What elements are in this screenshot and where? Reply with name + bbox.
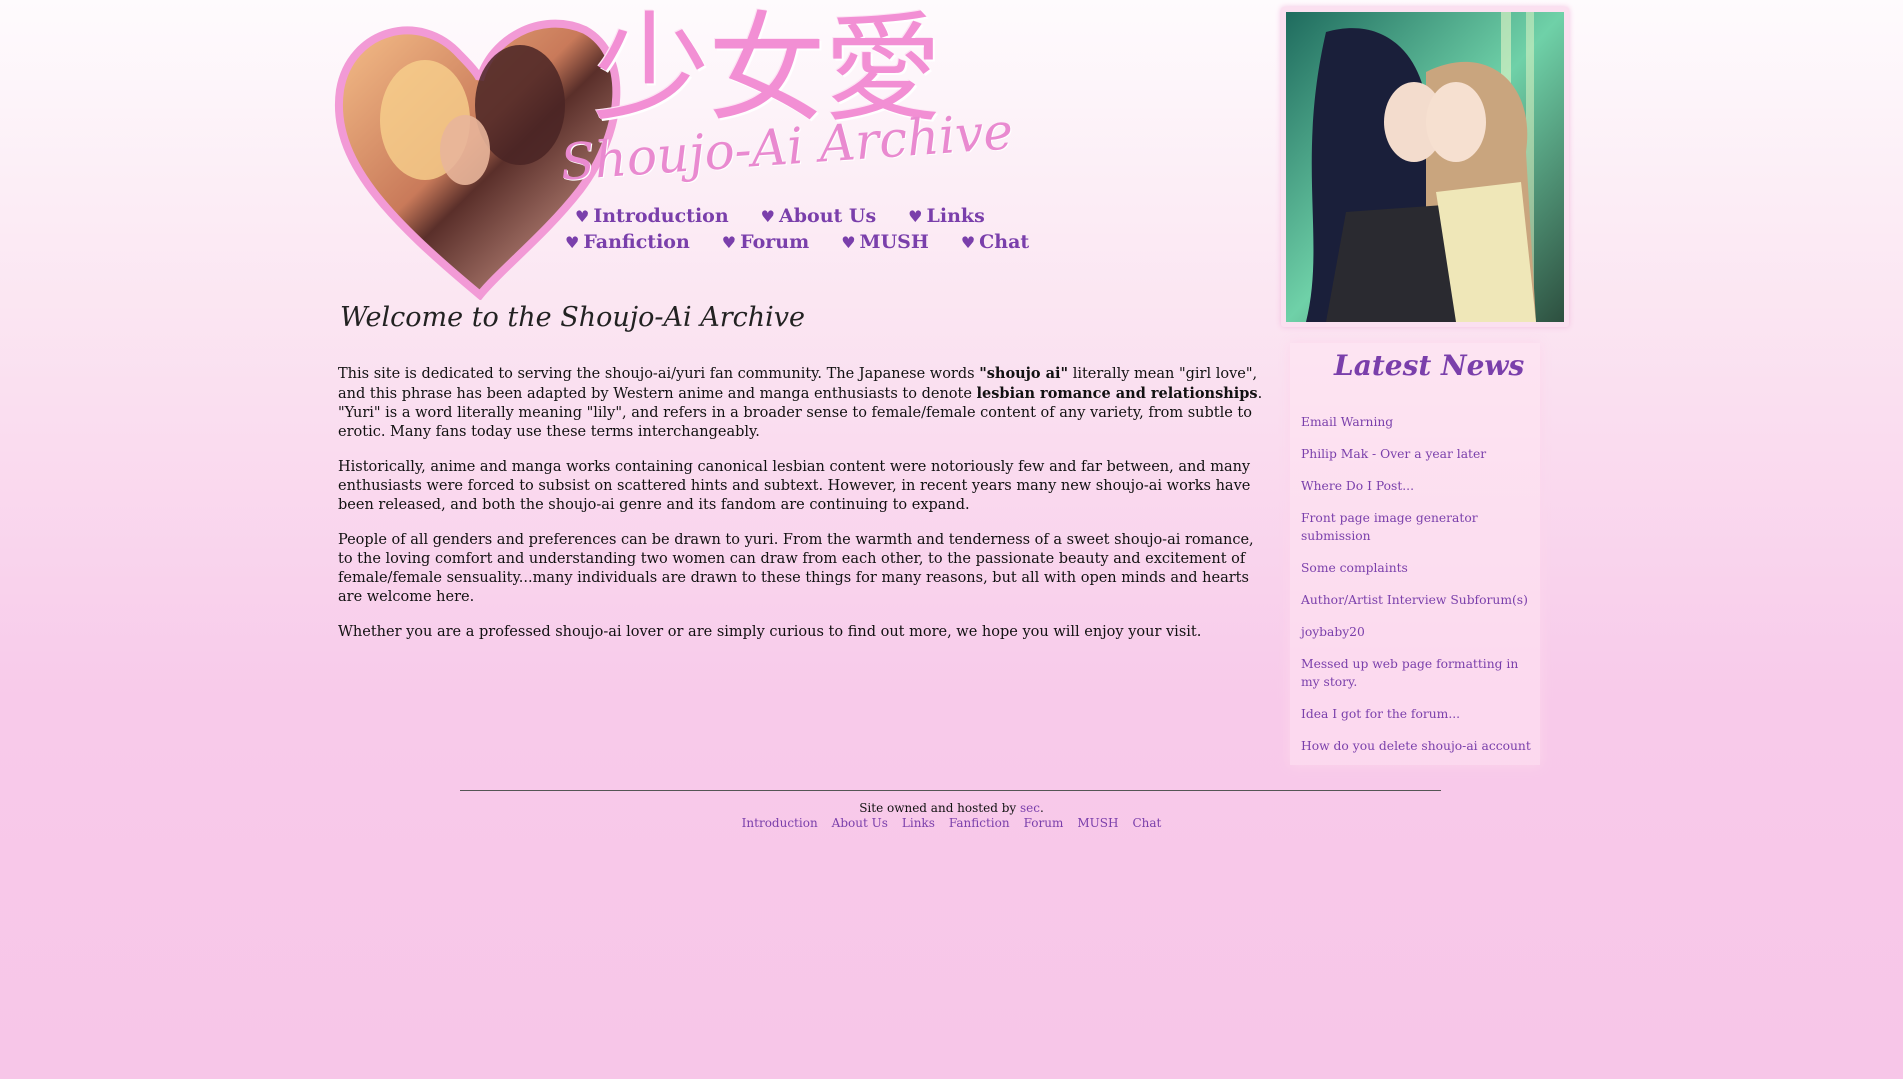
- nav-chat[interactable]: ♥ Chat: [961, 231, 1029, 253]
- nav-label: Chat: [979, 231, 1030, 253]
- footer-link-about-us[interactable]: About Us: [832, 816, 888, 830]
- main-nav-row-1: ♥ Introduction ♥ About Us ♥ Links: [575, 205, 1017, 227]
- p1-bold-shoujo-ai: "shoujo ai": [979, 365, 1069, 382]
- footer-link-chat[interactable]: Chat: [1132, 816, 1161, 830]
- footer-link-forum[interactable]: Forum: [1024, 816, 1064, 830]
- heart-icon: ♥: [575, 207, 590, 226]
- nav-label: Forum: [740, 231, 810, 253]
- intro-paragraph-1: This site is dedicated to serving the sh…: [338, 364, 1263, 442]
- p1-bold-lesbian-romance: lesbian romance and relationships: [976, 385, 1258, 402]
- nav-label: MUSH: [859, 231, 929, 253]
- nav-label: Links: [926, 205, 985, 227]
- latest-news-panel: Latest News Email Warning Philip Mak - O…: [1290, 343, 1540, 765]
- nav-label: About Us: [779, 205, 877, 227]
- nav-mush[interactable]: ♥ MUSH: [841, 231, 929, 253]
- heart-icon: ♥: [841, 233, 856, 252]
- footer-divider: [460, 790, 1441, 791]
- welcome-heading: Welcome to the Shoujo-Ai Archive: [340, 302, 805, 333]
- latest-news-title: Latest News: [1334, 349, 1525, 382]
- news-item-joybaby20[interactable]: joybaby20: [1301, 623, 1533, 641]
- featured-artwork-frame: [1281, 7, 1569, 327]
- footer-link-fanfiction[interactable]: Fanfiction: [949, 816, 1010, 830]
- intro-content: This site is dedicated to serving the sh…: [338, 364, 1263, 658]
- news-item-interview-subforum[interactable]: Author/Artist Interview Subforum(s): [1301, 591, 1533, 609]
- main-nav-row-2: ♥ Fanfiction ♥ Forum ♥ MUSH ♥ Chat: [565, 231, 1061, 253]
- footer-link-mush[interactable]: MUSH: [1077, 816, 1118, 830]
- intro-paragraph-3: People of all genders and preferences ca…: [338, 532, 1254, 605]
- heart-icon: ♥: [908, 207, 923, 226]
- nav-links[interactable]: ♥ Links: [908, 205, 985, 227]
- footer-link-introduction[interactable]: Introduction: [742, 816, 818, 830]
- heart-icon: ♥: [721, 233, 737, 252]
- footer-owner-link[interactable]: sec: [1020, 801, 1040, 815]
- intro-paragraph-4: Whether you are a professed shoujo-ai lo…: [338, 624, 1202, 640]
- footer-link-links[interactable]: Links: [902, 816, 935, 830]
- news-item-delete-account[interactable]: How do you delete shoujo-ai account: [1301, 737, 1533, 755]
- news-item-email-warning[interactable]: Email Warning: [1301, 413, 1533, 431]
- intro-paragraph-2: Historically, anime and manga works cont…: [338, 459, 1251, 513]
- nav-about-us[interactable]: ♥ About Us: [761, 205, 877, 227]
- nav-label: Fanfiction: [583, 231, 690, 253]
- p1-text-a: This site is dedicated to serving the sh…: [338, 366, 980, 382]
- nav-label: Introduction: [593, 205, 729, 227]
- nav-fanfiction[interactable]: ♥ Fanfiction: [565, 231, 690, 253]
- nav-forum[interactable]: ♥ Forum: [722, 231, 809, 253]
- footer-owner-line: Site owned and hosted by sec.: [0, 801, 1903, 815]
- heart-icon: ♥: [960, 233, 976, 252]
- footer-owner-prefix: Site owned and hosted by: [859, 801, 1020, 815]
- news-item-where-do-i-post[interactable]: Where Do I Post...: [1301, 477, 1533, 495]
- news-item-philip-mak[interactable]: Philip Mak - Over a year later: [1301, 445, 1533, 463]
- news-list: Email Warning Philip Mak - Over a year l…: [1301, 413, 1533, 769]
- heart-icon: ♥: [760, 207, 775, 226]
- footer-owner-suffix: .: [1039, 801, 1044, 815]
- footer-nav: Introduction About Us Links Fanfiction Forum…: [0, 816, 1903, 830]
- nav-introduction[interactable]: ♥ Introduction: [575, 205, 729, 227]
- featured-artwork-image[interactable]: [1286, 12, 1564, 322]
- news-item-messed-up-formatting[interactable]: Messed up web page formatting in my stor…: [1301, 655, 1533, 691]
- site-header: 少女愛 Shoujo-Ai Archive: [330, 10, 1040, 300]
- news-item-idea-forum[interactable]: Idea I got for the forum...: [1301, 705, 1533, 723]
- heart-icon: ♥: [565, 233, 580, 252]
- news-item-some-complaints[interactable]: Some complaints: [1301, 559, 1533, 577]
- news-item-image-generator[interactable]: Front page image generator submission: [1301, 509, 1533, 545]
